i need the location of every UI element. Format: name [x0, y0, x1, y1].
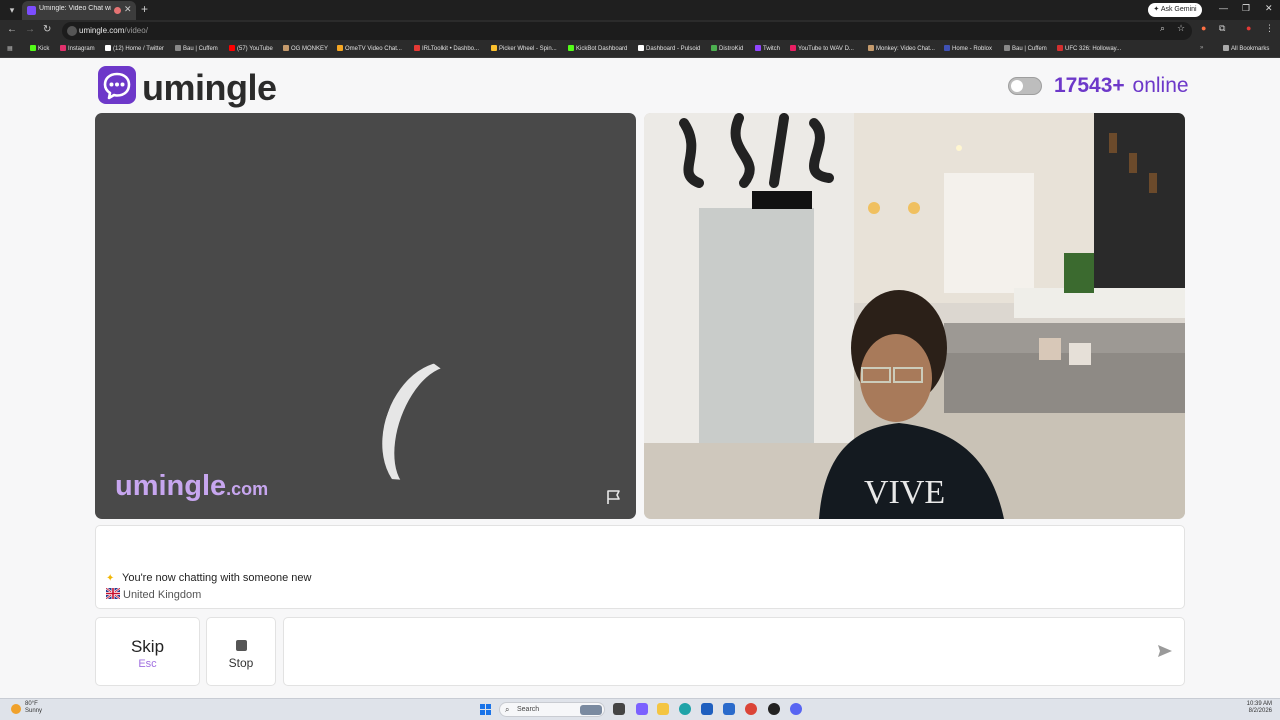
skip-button[interactable]: Skip Esc	[95, 617, 200, 686]
bookmark-item[interactable]: Dashboard - Pulsoid	[638, 45, 700, 52]
bookmark-item[interactable]: Instagram	[60, 45, 95, 52]
stop-button[interactable]: Stop	[206, 617, 276, 686]
online-label: online	[1132, 74, 1189, 97]
profile-avatar-icon[interactable]: ●	[1246, 23, 1251, 33]
ask-gemini-button[interactable]: ✦ Ask Gemini	[1148, 3, 1202, 17]
discord-icon[interactable]	[790, 703, 802, 715]
shirt-lettering: VIVE	[864, 474, 945, 511]
browser-tab-bar: ▾ Umingle: Video Chat with S ✕ + ✦ Ask G…	[0, 0, 1280, 20]
tab-search-menu-icon[interactable]: ▾	[5, 3, 19, 17]
copilot-icon[interactable]	[636, 703, 648, 715]
restore-icon[interactable]: ❐	[1242, 3, 1250, 14]
close-window-icon[interactable]: ✕	[1265, 3, 1273, 14]
search-highlight-icon	[580, 705, 602, 715]
bookmark-item[interactable]: Bau | Cuffem	[175, 45, 218, 52]
bookmark-item[interactable]: OmeTV Video Chat...	[337, 45, 402, 52]
edge-icon[interactable]	[679, 703, 691, 715]
bookmark-item[interactable]: Twitch	[755, 45, 780, 52]
skip-label: Skip	[130, 637, 165, 656]
bookmark-item[interactable]: (12) Home / Twitter	[105, 45, 164, 52]
address-bar-row: ← → ↻ umingle.com/video/ ⌕ ☆ ● ⧉ ● ⋮	[0, 20, 1280, 42]
zoom-icon[interactable]: ⌕	[1160, 23, 1165, 34]
self-camera-video-panel: VIVE	[644, 113, 1185, 519]
file-explorer-icon[interactable]	[657, 703, 669, 715]
online-count: 17543+	[1054, 74, 1125, 97]
forward-icon[interactable]: →	[25, 24, 35, 35]
report-flag-icon[interactable]	[605, 488, 623, 506]
extension-icon[interactable]: ●	[1201, 23, 1206, 33]
chat-status-text: You're now chatting with someone new	[122, 572, 312, 584]
all-bookmarks-button[interactable]: All Bookmarks	[1223, 45, 1269, 52]
stop-icon	[236, 640, 247, 651]
taskbar-clock[interactable]: 10:39 AM 8/2/2026	[1240, 701, 1272, 715]
tab-title: Umingle: Video Chat with S	[39, 5, 111, 12]
back-icon[interactable]: ←	[7, 24, 17, 35]
windows-taskbar: 80°F Sunny ⌕ Search 10:39 AM 8/2/2026	[0, 698, 1280, 720]
apps-grid-icon[interactable]: ▦	[7, 45, 13, 52]
tab-close-icon[interactable]: ✕	[124, 4, 132, 15]
bookmark-item[interactable]: IRLToolkit • Dashbo...	[414, 45, 479, 52]
umingle-favicon-icon	[27, 6, 36, 15]
bookmark-item[interactable]: KickBot Dashboard	[568, 45, 627, 52]
bookmark-item[interactable]: DistroKid	[711, 45, 743, 52]
bookmark-item[interactable]: Monkey: Video Chat...	[868, 45, 935, 52]
url-text[interactable]: umingle.com/video/	[79, 26, 148, 35]
toggle-knob	[1011, 80, 1023, 92]
bookmark-star-icon[interactable]: ☆	[1177, 23, 1185, 34]
online-counter: 17543+ online	[1054, 74, 1189, 98]
chrome-icon[interactable]	[745, 703, 757, 715]
sparkle-icon: ✦	[106, 573, 115, 584]
taskbar-search-box[interactable]: ⌕ Search	[499, 702, 605, 717]
camera-feed-image: VIVE	[644, 113, 1185, 519]
weather-widget[interactable]: 80°F Sunny	[25, 701, 42, 715]
url-bar[interactable]: umingle.com/video/	[62, 22, 1192, 40]
logo-wordmark: umingle	[142, 67, 277, 108]
loading-spinner-icon	[364, 347, 504, 511]
bookmark-item[interactable]: UFC 326: Holloway...	[1057, 45, 1121, 52]
stranger-video-panel: umingle.com	[95, 113, 636, 519]
uk-flag-icon	[106, 588, 120, 599]
store-icon[interactable]	[701, 703, 713, 715]
theme-toggle[interactable]	[1008, 77, 1042, 95]
minimize-icon[interactable]: —	[1219, 3, 1228, 13]
umingle-logo[interactable]: umingle	[98, 66, 278, 108]
new-tab-button[interactable]: +	[141, 2, 148, 16]
send-icon[interactable]	[1157, 643, 1173, 659]
reload-icon[interactable]: ↻	[43, 24, 51, 35]
stranger-country-line: United Kingdom	[106, 588, 201, 601]
stop-label: Stop	[228, 656, 254, 670]
taskbar-search-label: Search	[517, 706, 540, 713]
message-input[interactable]	[283, 617, 1185, 686]
weather-sun-icon[interactable]	[11, 704, 21, 714]
bookmark-item[interactable]: Home - Roblox	[944, 45, 992, 52]
bookmark-item[interactable]: YouTube to WAV D...	[790, 45, 854, 52]
app-icon[interactable]	[723, 703, 735, 715]
bookmark-item[interactable]: Bau | Cuffem	[1004, 45, 1047, 52]
umingle-watermark: umingle.com	[115, 470, 269, 502]
bookmark-item[interactable]: OG MONKEY	[283, 45, 328, 52]
obs-icon[interactable]	[768, 703, 780, 715]
recording-indicator-icon	[114, 7, 121, 14]
site-info-icon[interactable]	[67, 26, 77, 36]
skip-shortcut: Esc	[138, 658, 157, 670]
bookmark-item[interactable]: (57) YouTube	[229, 45, 273, 52]
bookmark-item[interactable]: Kick	[30, 45, 49, 52]
chat-status-line: ✦ You're now chatting with someone new	[106, 572, 311, 584]
extensions-puzzle-icon[interactable]: ⧉	[1219, 23, 1225, 34]
chat-log: ✦ You're now chatting with someone new Un…	[95, 525, 1185, 609]
bookmarks-bar: ▦ Kick Instagram (12) Home / Twitter Bau…	[0, 42, 1280, 58]
browser-menu-icon[interactable]: ⋮	[1265, 23, 1274, 34]
stranger-country: United Kingdom	[123, 589, 202, 601]
search-icon: ⌕	[505, 705, 510, 714]
chat-bubble-logo-icon	[98, 66, 136, 104]
bookmark-item[interactable]: Picker Wheel - Spin...	[491, 45, 557, 52]
more-bookmarks-icon[interactable]: »	[1200, 45, 1203, 51]
windows-start-icon[interactable]	[480, 704, 491, 715]
browser-tab-active[interactable]: Umingle: Video Chat with S ✕	[22, 1, 136, 20]
task-view-icon[interactable]	[613, 703, 625, 715]
ask-gemini-label: Ask Gemini	[1160, 6, 1197, 13]
